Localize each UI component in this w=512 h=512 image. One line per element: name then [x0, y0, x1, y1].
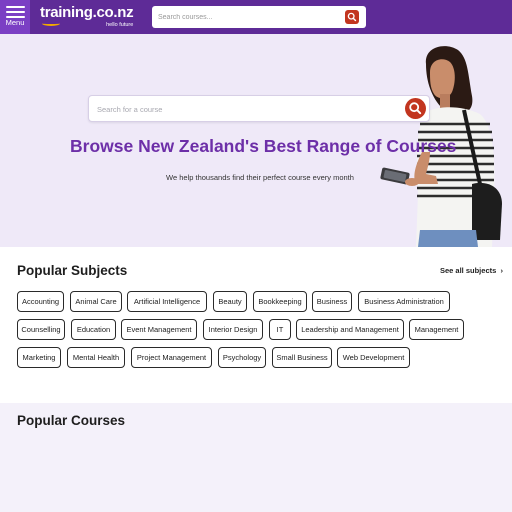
hero-title: Browse New Zealand's Best Range of Cours… [70, 136, 457, 156]
subject-chip-beauty[interactable]: Beauty [213, 291, 247, 312]
subject-chip-web-development[interactable]: Web Development [337, 347, 410, 368]
menu-button[interactable]: Menu [0, 0, 30, 34]
header-search-button[interactable] [345, 10, 359, 24]
hero-subtitle: We help thousands find their perfect cou… [166, 173, 354, 182]
subject-chip-interior-design[interactable]: Interior Design [203, 319, 263, 340]
popular-courses-section: Popular Courses [0, 403, 512, 512]
subject-chip-marketing[interactable]: Marketing [17, 347, 61, 368]
chevron-right-icon: › [498, 266, 503, 275]
hero-search-box [88, 95, 430, 122]
popular-subjects-title: Popular Subjects [17, 263, 128, 278]
subject-chip-event-management[interactable]: Event Management [121, 319, 197, 340]
subject-chip-management[interactable]: Management [409, 319, 464, 340]
subject-chip-education[interactable]: Education [71, 319, 116, 340]
subject-chip-animal-care[interactable]: Animal Care [70, 291, 122, 312]
subject-chip-accounting[interactable]: Accounting [17, 291, 64, 312]
search-icon [409, 102, 422, 115]
logo-text: training.co.nz [40, 4, 134, 21]
subject-chip-artificial-intelligence[interactable]: Artificial Intelligence [127, 291, 207, 312]
popular-courses-title: Popular Courses [17, 413, 126, 428]
site-logo[interactable]: training.co.nz hello future [40, 4, 134, 29]
subject-chip-small-business[interactable]: Small Business [272, 347, 332, 368]
hero-search-input[interactable] [97, 102, 397, 116]
search-icon [347, 12, 357, 22]
menu-label: Menu [5, 18, 25, 27]
subject-chip-psychology[interactable]: Psychology [218, 347, 266, 368]
logo-tagline: hello future [106, 22, 134, 28]
hero-search-button[interactable] [405, 98, 426, 119]
top-header: Menu training.co.nz hello future [0, 0, 512, 34]
subject-chip-project-management[interactable]: Project Management [131, 347, 212, 368]
subject-chip-it[interactable]: IT [269, 319, 291, 340]
subject-chip-mental-health[interactable]: Mental Health [67, 347, 125, 368]
subject-chip-bookkeeping[interactable]: Bookkeeping [253, 291, 307, 312]
logo-swoosh-icon [42, 21, 60, 26]
see-all-subjects-label: See all subjects [440, 266, 497, 275]
subject-chip-counselling[interactable]: Counselling [17, 319, 65, 340]
hero-banner: Browse New Zealand's Best Range of Cours… [0, 34, 512, 247]
see-all-subjects-link[interactable]: See all subjects › [440, 266, 503, 275]
subject-chip-leadership-and-management[interactable]: Leadership and Management [296, 319, 404, 340]
subject-chip-business-administration[interactable]: Business Administration [358, 291, 450, 312]
header-search-input[interactable] [158, 10, 338, 24]
header-search-box [152, 6, 366, 28]
subject-chip-business[interactable]: Business [312, 291, 352, 312]
